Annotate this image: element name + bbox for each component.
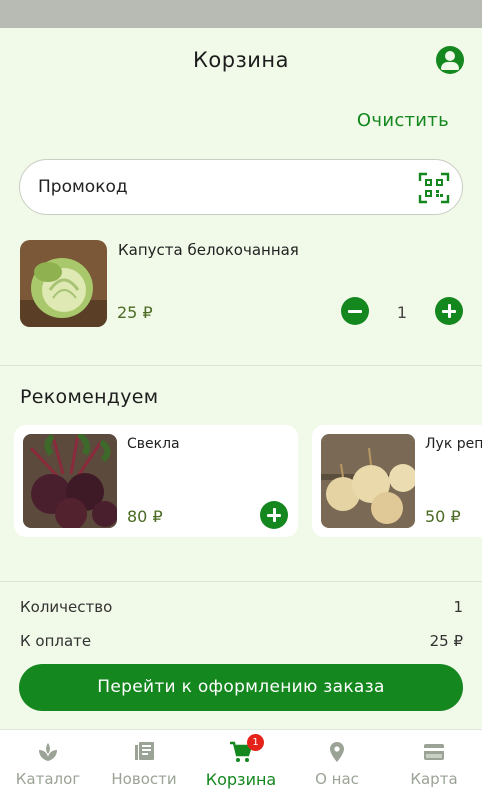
recommended-item-price: 50 ₽ [425,507,461,526]
tab-catalog[interactable]: Каталог [0,730,96,800]
tab-about[interactable]: О нас [289,730,385,800]
recommended-card[interactable]: Свекла 80 ₽ [14,425,298,537]
cart-item: Капуста белокочанная 25 ₽ 1 [0,235,482,335]
decrease-quantity-button[interactable] [341,297,369,325]
divider [0,581,482,582]
divider [0,365,482,366]
location-icon [330,742,344,762]
tab-news[interactable]: Новости [96,730,192,800]
status-bar [0,0,482,28]
recommended-title: Рекомендуем [20,386,159,408]
page-title: Корзина [192,48,289,72]
cart-item-quantity: 1 [396,303,408,322]
card-icon [424,744,444,760]
summary-total-value: 25 ₽ [429,632,463,650]
tab-label: Новости [111,770,177,788]
beet-image [23,434,117,528]
tab-label: Карта [410,770,458,788]
tab-card[interactable]: Карта [386,730,482,800]
bottom-tab-bar: Каталог Новости 1 Корзина О нас Карта [0,729,482,800]
summary-total-row: К оплате 25 ₽ [20,632,463,650]
news-icon [135,742,154,760]
recommended-item-price: 80 ₽ [127,507,163,526]
leaf-icon [39,743,57,761]
checkout-button[interactable]: Перейти к оформлению заказа [19,664,463,711]
tab-cart[interactable]: 1 Корзина [193,730,289,800]
recommended-item-name: Лук репчатый [425,436,482,452]
summary-quantity-row: Количество 1 [20,598,463,616]
promo-field [19,159,463,215]
tab-label: Корзина [205,770,277,789]
onion-image [321,434,415,528]
summary-quantity-label: Количество [20,598,113,616]
cart-item-name: Капуста белокочанная [118,241,299,259]
cart-count-badge: 1 [247,734,264,751]
increase-quantity-button[interactable] [435,297,463,325]
tab-label: О нас [315,770,359,788]
header: Корзина [0,28,482,94]
cabbage-image [20,240,107,327]
tab-label: Каталог [15,770,81,788]
summary-total-label: К оплате [20,632,92,650]
add-to-cart-button[interactable] [260,501,288,529]
qr-scan-icon[interactable] [418,172,450,204]
promo-input[interactable] [38,174,418,200]
profile-icon[interactable] [436,46,464,74]
recommended-item-name: Свекла [127,436,180,452]
cart-item-price: 25 ₽ [117,303,153,322]
clear-cart-button[interactable]: Очистить [357,110,449,131]
recommended-card[interactable]: Лук репчатый 50 ₽ [312,425,482,537]
summary-quantity-value: 1 [453,598,463,616]
